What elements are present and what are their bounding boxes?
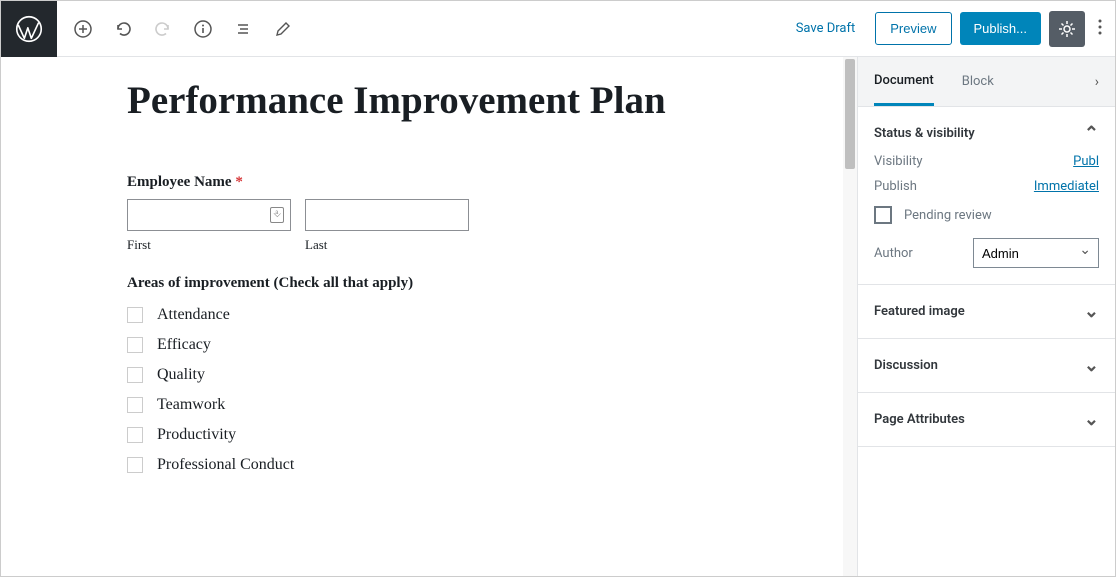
list-icon — [233, 19, 253, 39]
checkbox-icon[interactable] — [127, 427, 143, 443]
area-item-quality[interactable]: Quality — [127, 360, 717, 390]
page-attributes-panel[interactable]: Page Attributes ⌄ — [858, 393, 1115, 447]
more-menu-button[interactable] — [1093, 17, 1107, 41]
toolbar-right: Save Draft Preview Publish... — [776, 1, 1115, 56]
post-title[interactable]: Performance Improvement Plan — [127, 77, 717, 126]
autofill-icon: ⎀ — [270, 207, 284, 223]
publish-label: Publish — [874, 179, 917, 194]
editor-scrollbar[interactable] — [843, 57, 857, 576]
tab-document[interactable]: Document — [874, 57, 934, 106]
area-item-attendance[interactable]: Attendance — [127, 300, 717, 330]
last-name-input[interactable] — [305, 199, 469, 231]
pending-review-checkbox[interactable] — [874, 206, 892, 224]
tab-block[interactable]: Block — [962, 57, 994, 106]
name-sublabels: First Last — [127, 237, 717, 253]
chevron-down-icon: ⌄ — [1084, 355, 1099, 376]
scrollbar-thumb[interactable] — [845, 59, 855, 169]
checkbox-icon[interactable] — [127, 397, 143, 413]
chevron-up-icon: ⌃ — [1084, 123, 1099, 144]
employee-name-label: Employee Name * — [127, 174, 717, 191]
author-label: Author — [874, 246, 913, 261]
visibility-label: Visibility — [874, 154, 923, 169]
dots-vertical-icon — [1097, 17, 1103, 37]
first-sublabel: First — [127, 237, 291, 253]
chevron-right-icon[interactable]: › — [1095, 74, 1099, 90]
featured-image-panel[interactable]: Featured image ⌄ — [858, 285, 1115, 339]
area-item-efficacy[interactable]: Efficacy — [127, 330, 717, 360]
checkbox-icon[interactable] — [127, 307, 143, 323]
areas-checklist: Attendance Efficacy Quality Teamwork Pro… — [127, 300, 717, 480]
wordpress-icon — [15, 15, 43, 43]
outline-button[interactable] — [225, 11, 261, 47]
editor-topbar: Save Draft Preview Publish... — [1, 1, 1115, 57]
areas-label: Areas of improvement (Check all that app… — [127, 275, 717, 292]
add-block-button[interactable] — [65, 11, 101, 47]
status-panel-toggle[interactable]: Status & visibility ⌃ — [874, 123, 1099, 144]
last-sublabel: Last — [305, 237, 469, 253]
required-mark: * — [235, 174, 243, 190]
author-row: Author Admin — [874, 224, 1099, 268]
sidebar-tabs: Document Block › — [858, 57, 1115, 107]
area-item-conduct[interactable]: Professional Conduct — [127, 450, 717, 480]
area-item-productivity[interactable]: Productivity — [127, 420, 717, 450]
author-select[interactable]: Admin — [973, 238, 1099, 268]
checkbox-icon[interactable] — [127, 367, 143, 383]
save-draft-button[interactable]: Save Draft — [784, 13, 868, 44]
publish-value-link[interactable]: Immediatel — [1034, 179, 1099, 194]
area-item-teamwork[interactable]: Teamwork — [127, 390, 717, 420]
redo-icon — [153, 19, 173, 39]
info-icon — [193, 19, 213, 39]
toolbar-left — [57, 1, 309, 56]
first-name-input[interactable]: ⎀ — [127, 199, 291, 231]
chevron-down-icon: ⌄ — [1084, 301, 1099, 322]
pending-review-label: Pending review — [904, 208, 992, 223]
main-layout: Performance Improvement Plan Employee Na… — [1, 57, 1115, 576]
redo-button[interactable] — [145, 11, 181, 47]
edit-button[interactable] — [265, 11, 301, 47]
undo-icon — [113, 19, 133, 39]
wordpress-logo[interactable] — [1, 1, 57, 57]
info-button[interactable] — [185, 11, 221, 47]
pending-review-row[interactable]: Pending review — [874, 194, 1099, 224]
settings-button[interactable] — [1049, 11, 1085, 47]
name-fields-row: ⎀ — [127, 199, 717, 231]
status-visibility-panel: Status & visibility ⌃ Visibility Publ Pu… — [858, 107, 1115, 285]
visibility-row: Visibility Publ — [874, 144, 1099, 169]
preview-button[interactable]: Preview — [875, 12, 951, 45]
gear-icon — [1057, 19, 1077, 39]
checkbox-icon[interactable] — [127, 337, 143, 353]
discussion-panel[interactable]: Discussion ⌄ — [858, 339, 1115, 393]
plus-circle-icon — [73, 19, 93, 39]
pencil-icon — [273, 19, 293, 39]
visibility-value-link[interactable]: Publ — [1073, 154, 1099, 169]
undo-button[interactable] — [105, 11, 141, 47]
publish-row: Publish Immediatel — [874, 169, 1099, 194]
checkbox-icon[interactable] — [127, 457, 143, 473]
editor-canvas[interactable]: Performance Improvement Plan Employee Na… — [1, 57, 843, 576]
publish-button[interactable]: Publish... — [960, 12, 1041, 45]
author-select-wrap: Admin — [973, 238, 1099, 268]
chevron-down-icon: ⌄ — [1084, 409, 1099, 430]
settings-sidebar: Document Block › Status & visibility ⌃ V… — [857, 57, 1115, 576]
